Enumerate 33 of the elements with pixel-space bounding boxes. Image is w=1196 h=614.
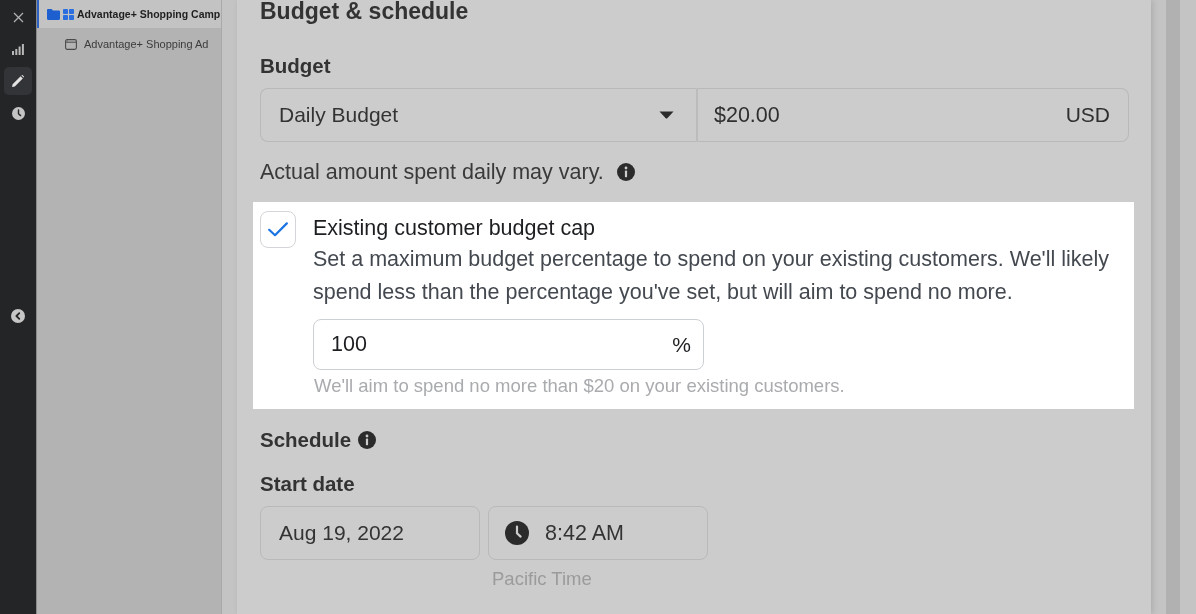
section-title: Budget & schedule (260, 0, 470, 23)
clock-icon (11, 106, 25, 120)
info-icon[interactable] (358, 431, 377, 449)
check-icon (268, 222, 288, 237)
start-date-label: Start date (260, 472, 356, 496)
close-icon (12, 11, 24, 23)
budget-note: Actual amount spent daily may vary. (260, 160, 604, 184)
grid-icon (63, 8, 74, 20)
amount-field[interactable]: $20.00 USD (696, 88, 1129, 142)
tree-item[interactable]: Advantage+ Shopping Ad (37, 28, 221, 60)
chevron-left-icon (11, 309, 25, 323)
budget-label: Budget (260, 54, 332, 78)
folder-icon (47, 8, 60, 20)
date-field[interactable]: Aug 19, 2022 (260, 506, 480, 560)
currency-label: USD (1065, 103, 1110, 127)
bar-chart-icon (12, 43, 24, 55)
time-field[interactable]: 8:42 AM (488, 506, 708, 560)
window-icon (65, 38, 77, 50)
rail-button[interactable] (4, 67, 32, 95)
percent-field[interactable]: 100 % (313, 319, 704, 370)
unit-label: % (672, 332, 691, 357)
checkbox[interactable] (260, 211, 296, 248)
budget-type-select[interactable]: Daily Budget (260, 88, 696, 142)
info-icon[interactable] (616, 163, 635, 181)
schedule-label: Schedule (260, 428, 352, 452)
clock-icon (505, 521, 529, 545)
option-description: Set a maximum budget percentage to spend on your existing customers. We'll likely spend less than the percentage you've set, but will aim to spend no more. (313, 246, 1110, 306)
collapse-button[interactable] (11, 309, 25, 323)
tree-item[interactable]: Advantage+ Shopping Camp (37, 0, 221, 28)
pencil-icon (12, 75, 24, 87)
hint-text: We'll aim to spend no more than $20 on your existing customers. (313, 376, 846, 396)
caret-down-icon (659, 111, 674, 119)
option-title: Existing customer budget cap (313, 215, 597, 242)
